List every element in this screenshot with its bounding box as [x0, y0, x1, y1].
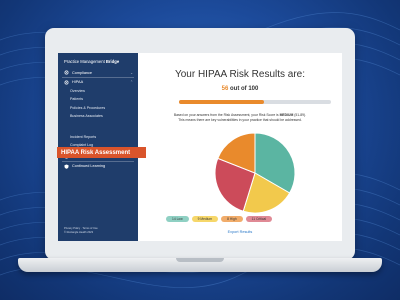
sidebar-footer: Privacy Policy · Terms of Use © Rectangl… [64, 227, 98, 235]
chart-legend: 14 Low 9 Medium 8 High 11 Critical [166, 216, 273, 222]
risk-score-separator: out of [228, 86, 249, 92]
main-content: Your HIPAA Risk Results are: 56 out of 1… [138, 53, 342, 241]
description-text: Based on your answers from the Risk Asse… [173, 113, 280, 117]
legend-pill-high: 8 High [221, 216, 243, 222]
footer-copyright: © Rectangle Health 2023 [64, 231, 94, 234]
legend-pill-medium: 9 Medium [191, 216, 219, 222]
sidebar-item-hipaa-risk-assessment[interactable]: HIPAA Risk Assessment [57, 147, 146, 158]
shield-icon [64, 164, 69, 169]
sidebar-subitem-label: Policies & Procedures [70, 105, 106, 110]
gear-icon [64, 70, 69, 75]
legend-pill-low: 14 Low [166, 216, 189, 222]
laptop-notch [176, 258, 224, 262]
sidebar-subitem-label: Incident Reports [70, 134, 97, 139]
sidebar-item-hipaa[interactable]: HIPAA ⌃ [58, 78, 138, 87]
legend-pill-critical: 11 Critical [245, 216, 273, 222]
chevron-up-icon: ⌃ [130, 80, 133, 84]
export-results-link[interactable]: Export Results [138, 230, 342, 234]
sidebar-subitem-overview[interactable]: Overview [58, 87, 138, 96]
page-title: Your HIPAA Risk Results are: [174, 69, 306, 80]
risk-level: MEDIUM [279, 113, 294, 117]
sidebar-item-compliance[interactable]: Compliance ⌄ [58, 68, 138, 77]
sidebar-subitem-label: Business Associates [70, 114, 103, 119]
description-text-2: This means there are key vulnerabilities… [178, 118, 302, 122]
sidebar-item-continued-learning[interactable]: Continued Learning [58, 162, 138, 171]
risk-progress-bar [179, 100, 331, 104]
risk-pie-chart [214, 132, 296, 214]
gear-icon [64, 80, 69, 85]
description-range: (51-89). [293, 113, 307, 117]
brand-logo: Practice Management Bridge [58, 53, 138, 68]
brand-suffix: Bridge [105, 59, 120, 64]
sidebar-subitem-policies[interactable]: Policies & Procedures [58, 104, 138, 113]
sidebar-subitem-label: Patients [70, 97, 83, 102]
sidebar-subitem-business-associates[interactable]: Business Associates [58, 112, 138, 121]
sidebar-item-label: Compliance [72, 70, 93, 75]
risk-progress-fill [179, 100, 265, 104]
chevron-down-icon: ⌄ [130, 70, 133, 75]
sidebar-subitem-patients[interactable]: Patients [58, 95, 138, 104]
risk-description: Based on your answers from the Risk Asse… [146, 113, 334, 123]
risk-score-max: 100 [248, 86, 259, 92]
sidebar-item-label: Continued Learning [72, 164, 106, 168]
brand-prefix: Practice Management [64, 59, 105, 64]
sidebar-item-label: HIPAA [72, 80, 84, 84]
sidebar-subitem-incident-reports[interactable]: Incident Reports [58, 133, 138, 142]
sidebar-subitem-label: Overview [70, 88, 85, 93]
risk-score: 56 out of 100 [138, 86, 342, 92]
